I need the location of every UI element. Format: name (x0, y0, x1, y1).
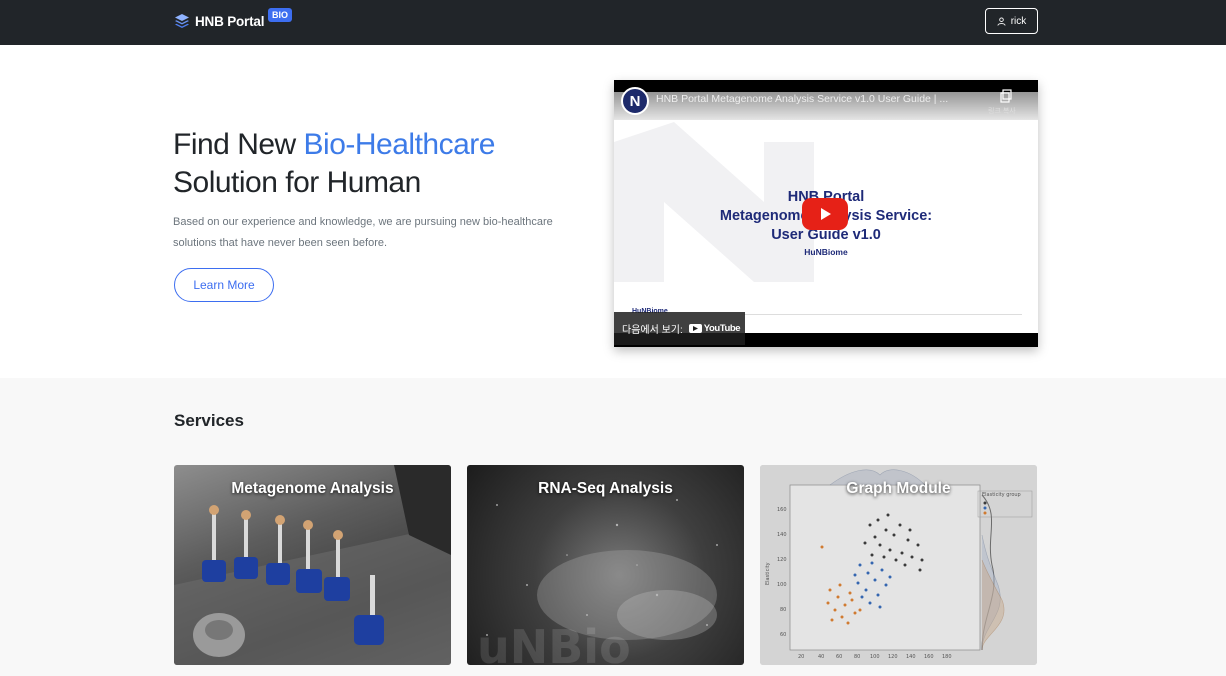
watch-on-youtube-button[interactable]: 다음에서 보기: YouTube (614, 312, 745, 345)
svg-text:160: 160 (777, 507, 787, 513)
video-thumbnail[interactable]: HNB Portal Metagenome Analysis Service: … (614, 92, 1038, 333)
youtube-logo: YouTube (688, 323, 741, 334)
youtube-wordmark: YouTube (703, 323, 741, 334)
video-embed[interactable]: HNB Portal Metagenome Analysis Service: … (614, 80, 1038, 347)
hero-description: Based on our experience and knowledge, w… (173, 216, 553, 249)
slide-divider (744, 314, 1022, 315)
svg-text:60: 60 (836, 654, 842, 660)
service-card-label: Graph Module (846, 480, 951, 497)
hero-title-prefix: Find New (173, 128, 304, 161)
svg-text:120: 120 (888, 654, 898, 660)
learn-more-button[interactable]: Learn More (174, 268, 274, 302)
brand-name: HNB Portal (195, 13, 265, 29)
user-name: rick (1010, 15, 1027, 27)
navbar: HNB Portal BIO rick (0, 0, 1226, 45)
watch-on-label: 다음에서 보기: (622, 325, 683, 336)
svg-text:uNBio: uNBio (477, 620, 631, 665)
svg-text:40: 40 (818, 654, 824, 660)
hero-title-accent: Bio-Healthcare (303, 128, 496, 161)
service-card-rnaseq[interactable]: uNBio RNA-Seq Analysis (467, 465, 744, 665)
copy-link-icon[interactable] (999, 89, 1013, 103)
svg-text:80: 80 (780, 607, 786, 613)
user-menu-button[interactable]: rick (985, 8, 1038, 34)
bio-badge: BIO (268, 8, 293, 22)
youtube-play-icon (688, 324, 702, 333)
service-card-label: Metagenome Analysis (231, 480, 394, 497)
services-section: Services Metagenome Analysis uNBio RNA-S… (0, 378, 1226, 676)
play-button[interactable] (802, 198, 848, 230)
video-topbar: N HNB Portal Metagenome Analysis Service… (614, 80, 1038, 120)
service-card-label: RNA-Seq Analysis (538, 480, 673, 497)
user-icon (997, 16, 1006, 26)
hero-title-line2: Solution for Human (173, 166, 421, 199)
svg-text:160: 160 (924, 654, 934, 660)
svg-text:20: 20 (798, 654, 804, 660)
svg-text:100: 100 (777, 582, 787, 588)
svg-text:120: 120 (777, 557, 787, 563)
channel-logo-icon[interactable]: N (621, 87, 649, 115)
svg-text:100: 100 (870, 654, 880, 660)
svg-text:60: 60 (780, 632, 786, 638)
brand-link[interactable]: HNB Portal BIO (174, 8, 293, 33)
svg-text:Elasticity: Elasticity (765, 562, 771, 585)
svg-text:140: 140 (777, 532, 787, 538)
svg-text:80: 80 (854, 654, 860, 660)
play-icon (821, 208, 831, 220)
hero-title: Find New Bio-Healthcare Solution for Hum… (173, 126, 495, 202)
svg-text:140: 140 (906, 654, 916, 660)
svg-text:180: 180 (942, 654, 952, 660)
layers-icon (175, 14, 189, 28)
slide-subtitle: HuNBiome (804, 247, 848, 257)
service-card-metagenome[interactable]: Metagenome Analysis (174, 465, 451, 665)
services-title: Services (174, 411, 244, 430)
video-title[interactable]: HNB Portal Metagenome Analysis Service v… (656, 93, 986, 105)
copy-link-label: 링크 복사 (988, 108, 1016, 115)
service-card-graph[interactable]: 160 140 120 100 80 60 20 40 60 80 100 120 140 160… (760, 465, 1037, 665)
